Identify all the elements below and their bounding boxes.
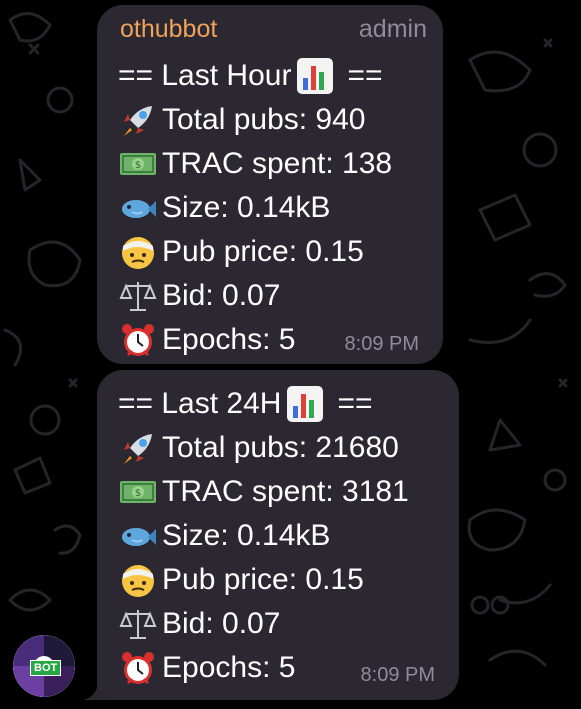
message-bubble-last-24h[interactable]: == Last 24H == Total pubs: 21680 $ TRAC … — [97, 370, 459, 700]
stat-row-total-pubs: Total pubs: 21680 — [118, 428, 399, 468]
stat-row-pub-price: Pub price: 0.15 — [118, 560, 364, 600]
stat-text: Pub price: 0.15 — [162, 563, 364, 596]
stat-text: Bid: 0.07 — [162, 607, 281, 640]
stat-text: Size: 0.14kB — [162, 519, 331, 552]
message-heading: == Last 24H == — [118, 384, 373, 424]
stat-row-total-pubs: Total pubs: 940 — [118, 100, 365, 140]
alarm-clock-icon — [118, 320, 158, 360]
rocket-icon — [118, 428, 158, 468]
message-bubble-last-hour[interactable]: othubbot admin == Last Hour == Total pub… — [97, 5, 443, 364]
stat-text: Epochs: 5 — [162, 651, 296, 684]
heading-text: == Last 24H — [118, 387, 282, 420]
money-bill-icon: $ — [118, 472, 158, 512]
stat-text: TRAC spent: 3181 — [162, 475, 409, 508]
stat-text: Size: 0.14kB — [162, 191, 331, 224]
stat-row-pub-price: Pub price: 0.15 — [118, 232, 364, 272]
stat-text: Total pubs: 940 — [162, 103, 366, 136]
sender-role-badge: admin — [358, 15, 427, 43]
svg-text:$: $ — [135, 488, 141, 499]
rocket-icon — [118, 100, 158, 140]
bot-avatar[interactable]: BOT — [13, 635, 75, 697]
stat-text: TRAC spent: 138 — [162, 147, 393, 180]
stat-text: Pub price: 0.15 — [162, 235, 364, 268]
stat-text: Bid: 0.07 — [162, 279, 281, 312]
message-header: othubbot admin — [120, 15, 427, 47]
balance-scale-icon — [118, 604, 158, 644]
fish-icon — [118, 516, 158, 556]
alarm-clock-icon — [118, 648, 158, 688]
message-time: 8:09 PM — [344, 333, 419, 355]
stat-row-trac-spent: $ TRAC spent: 3181 — [118, 472, 409, 512]
heading-suffix: == — [347, 59, 383, 92]
stat-text: Total pubs: 21680 — [162, 431, 399, 464]
bar-chart-icon — [285, 384, 325, 424]
fish-icon — [118, 188, 158, 228]
stat-row-epochs: Epochs: 5 — [118, 648, 295, 688]
bar-chart-icon — [295, 56, 335, 96]
heading-suffix: == — [337, 387, 373, 420]
balance-scale-icon — [118, 276, 158, 316]
stat-text: Epochs: 5 — [162, 323, 296, 356]
stat-row-trac-spent: $ TRAC spent: 138 — [118, 144, 392, 184]
svg-text:$: $ — [135, 160, 141, 171]
heading-text: == Last Hour — [118, 59, 292, 92]
money-bill-icon: $ — [118, 144, 158, 184]
bandaged-face-icon — [118, 560, 158, 600]
stat-row-size: Size: 0.14kB — [118, 188, 330, 228]
bubble-tail — [83, 672, 113, 700]
bot-badge: BOT — [30, 660, 62, 676]
message-time: 8:09 PM — [360, 664, 435, 686]
sender-name[interactable]: othubbot — [120, 15, 217, 44]
bandaged-face-icon — [118, 232, 158, 272]
stat-row-bid: Bid: 0.07 — [118, 604, 280, 644]
stat-row-epochs: Epochs: 5 — [118, 320, 295, 360]
message-heading: == Last Hour == — [118, 56, 382, 96]
stat-row-bid: Bid: 0.07 — [118, 276, 280, 316]
stat-row-size: Size: 0.14kB — [118, 516, 330, 556]
